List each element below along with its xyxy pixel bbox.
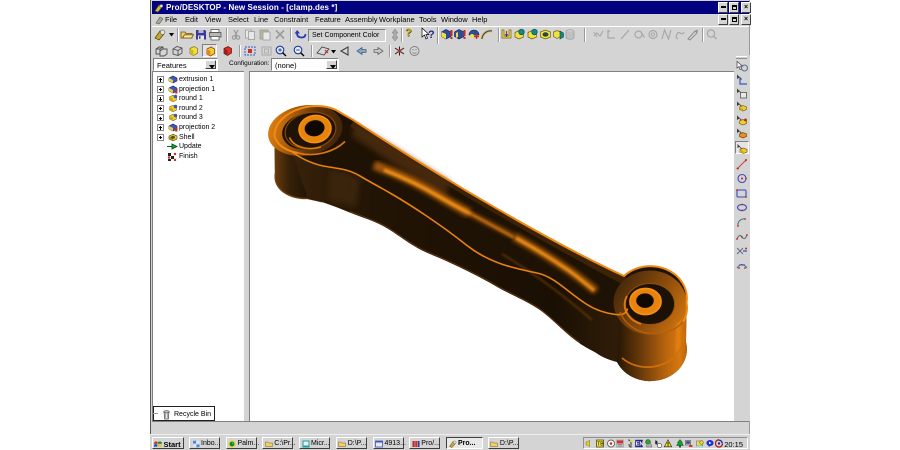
svg-text:TB: TB [597,442,604,448]
svg-text:?: ? [428,29,435,41]
svg-text:EN: EN [636,441,643,447]
